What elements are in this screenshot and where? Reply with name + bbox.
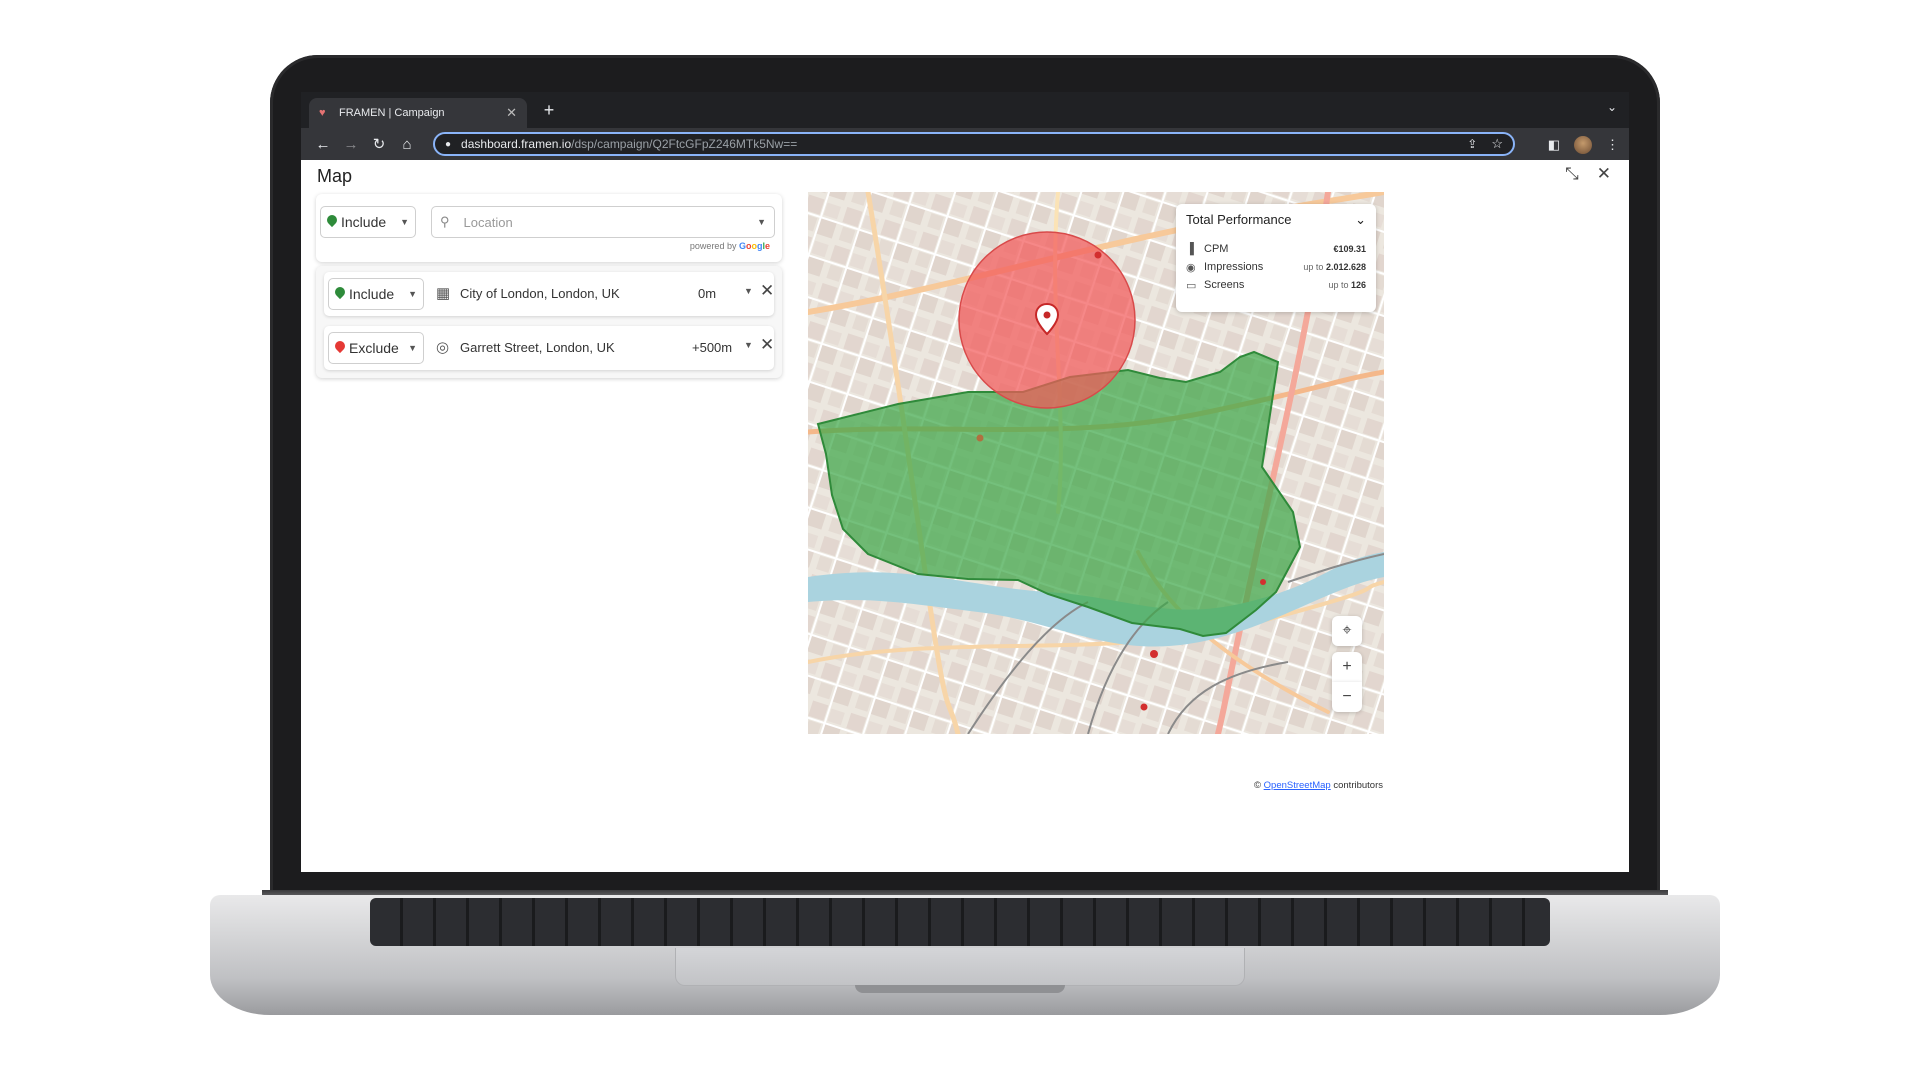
side-panel-icon[interactable]: ◧ (1548, 137, 1560, 153)
chevron-down-icon[interactable]: ▼ (744, 286, 753, 296)
plus-icon: + (1342, 658, 1352, 675)
rule-mode-select[interactable]: Include ▼ (328, 278, 424, 310)
search-icon: ⚲ (440, 214, 450, 229)
collapse-icon[interactable]: ⤡ (1565, 164, 1579, 184)
chevron-down-icon[interactable]: ▼ (757, 217, 766, 227)
chevron-down-icon[interactable]: ▼ (744, 340, 753, 350)
location-rule-row: Exclude ▼ ◎ Garrett Street, London, UK +… (324, 326, 774, 370)
laptop-frame: ♥ FRAMEN | Campaign ✕ + ⌄ ← → ↻ ⌂ ● dash… (0, 0, 1920, 1068)
powered-by-google: powered by Google (690, 241, 770, 251)
rule-place: City of London, London, UK (460, 286, 620, 301)
include-pin-icon (327, 215, 337, 229)
metric-value: €109.31 (1333, 244, 1366, 254)
metric-number: 2.012.628 (1325, 262, 1366, 272)
tab-title: FRAMEN | Campaign (339, 107, 445, 119)
laptop-trackpad (675, 948, 1245, 986)
performance-header[interactable]: Total Performance ⌄ (1186, 212, 1366, 228)
rule-mode-label: Exclude (349, 340, 399, 356)
eye-icon: ◉ (1186, 261, 1196, 274)
bar-chart-icon: ▐ (1186, 243, 1194, 255)
metric-label: Impressions (1204, 261, 1264, 273)
location-panel: Include ▼ ⚲ Location ▼ powered by Google (316, 194, 786, 870)
location-search-input[interactable]: ⚲ Location ▼ (431, 206, 775, 238)
remove-rule-icon[interactable]: ✕ (760, 281, 774, 301)
metric-value: up to 2.012.628 (1303, 262, 1366, 272)
reload-icon[interactable]: ↻ (365, 135, 393, 153)
metric-label: Screens (1204, 279, 1245, 291)
zoom-out-button[interactable]: − (1332, 682, 1362, 712)
location-rules-card: Include ▼ ▦ City of London, London, UK 0… (316, 266, 782, 378)
chevron-down-icon: ▼ (400, 217, 409, 227)
rule-place: Garrett Street, London, UK (460, 340, 615, 355)
location-placeholder: Location (463, 214, 513, 230)
chevron-down-icon: ▼ (408, 343, 417, 353)
metric-number: €109.31 (1333, 244, 1366, 254)
bookmark-star-icon[interactable]: ☆ (1491, 136, 1503, 152)
laptop-notch (855, 985, 1065, 993)
forward-icon[interactable]: → (337, 136, 365, 153)
laptop-keyboard (370, 898, 1550, 946)
openstreetmap-link[interactable]: OpenStreetMap (1264, 780, 1331, 791)
map-view[interactable]: Total Performance ⌄ ▐ CPM €109.31 ◉ Impr… (808, 192, 1384, 734)
profile-avatar[interactable] (1574, 136, 1592, 154)
locate-icon: ⌖ (1342, 622, 1352, 639)
framen-favicon-icon: ♥ (319, 107, 326, 119)
tab-search-icon[interactable]: ⌄ (1607, 100, 1617, 114)
performance-row: ▐ CPM €109.31 (1186, 240, 1366, 258)
back-icon[interactable]: ← (309, 136, 337, 153)
include-pin-icon (335, 287, 345, 301)
search-mode-label: Include (341, 214, 387, 230)
metric-label: CPM (1204, 243, 1229, 255)
rule-radius-select[interactable]: 0m (698, 286, 716, 301)
google-letter: e (764, 241, 770, 251)
minus-icon: − (1342, 688, 1352, 705)
target-point-icon: ◎ (436, 339, 450, 356)
browser-tabbar: ♥ FRAMEN | Campaign ✕ + ⌄ (301, 92, 1629, 128)
total-performance-panel: Total Performance ⌄ ▐ CPM €109.31 ◉ Impr… (1176, 204, 1376, 312)
map-attribution: © OpenStreetMap contributors (1254, 780, 1383, 791)
metric-prefix: up to (1328, 280, 1351, 290)
powered-prefix: powered by (689, 241, 739, 251)
attribution-prefix: © (1254, 780, 1264, 791)
map-modal: Map ⤡ ✕ Include ▼ ⚲ Location ▼ powered b… (301, 160, 1629, 872)
page-title: Map (317, 166, 353, 186)
location-search-card: Include ▼ ⚲ Location ▼ powered by Google (316, 194, 782, 262)
location-rule-row: Include ▼ ▦ City of London, London, UK 0… (324, 272, 774, 316)
browser-menu-icon[interactable]: ⋮ (1606, 137, 1619, 153)
toolbar-right-icons: ◧ ⋮ (1548, 136, 1619, 154)
map-area-icon: ▦ (436, 285, 451, 302)
address-bar[interactable]: ● dashboard.framen.io /dsp/campaign/Q2Ft… (433, 132, 1515, 156)
close-icon[interactable]: ✕ (1597, 164, 1611, 184)
metric-value: up to 126 (1328, 280, 1366, 290)
browser-tab[interactable]: ♥ FRAMEN | Campaign ✕ (309, 98, 527, 128)
remove-rule-icon[interactable]: ✕ (760, 335, 774, 355)
new-tab-button[interactable]: + (537, 98, 561, 122)
exclude-pin-icon (335, 341, 345, 355)
rule-mode-select[interactable]: Exclude ▼ (328, 332, 424, 364)
metric-prefix: up to (1303, 262, 1326, 272)
rule-radius-select[interactable]: +500m (692, 340, 732, 355)
url-host: dashboard.framen.io (461, 137, 572, 151)
recenter-button[interactable]: ⌖ (1332, 616, 1362, 646)
home-icon[interactable]: ⌂ (393, 136, 421, 153)
window-controls: ⤡ ✕ (1565, 164, 1611, 184)
lock-icon: ● (445, 138, 452, 150)
attribution-suffix: contributors (1330, 780, 1383, 791)
chevron-down-icon: ▼ (408, 289, 417, 299)
share-icon[interactable]: ⇪ (1467, 137, 1477, 151)
zoom-in-button[interactable]: + (1332, 652, 1362, 682)
performance-title: Total Performance (1186, 212, 1292, 227)
performance-row: ◉ Impressions up to 2.012.628 (1186, 258, 1366, 276)
search-mode-select[interactable]: Include ▼ (320, 206, 416, 238)
rule-mode-label: Include (349, 286, 395, 302)
tab-close-icon[interactable]: ✕ (506, 105, 517, 121)
screen: ♥ FRAMEN | Campaign ✕ + ⌄ ← → ↻ ⌂ ● dash… (301, 92, 1629, 872)
google-letter: G (738, 241, 746, 251)
chevron-down-icon[interactable]: ⌄ (1355, 212, 1366, 228)
browser-toolbar: ← → ↻ ⌂ ● dashboard.framen.io /dsp/campa… (301, 128, 1629, 160)
url-path: /dsp/campaign/Q2FtcGFpZ246MTk5Nw== (571, 137, 798, 151)
metric-number: 126 (1350, 280, 1366, 290)
monitor-icon: ▭ (1186, 279, 1197, 292)
performance-row: ▭ Screens up to 126 (1186, 276, 1366, 294)
